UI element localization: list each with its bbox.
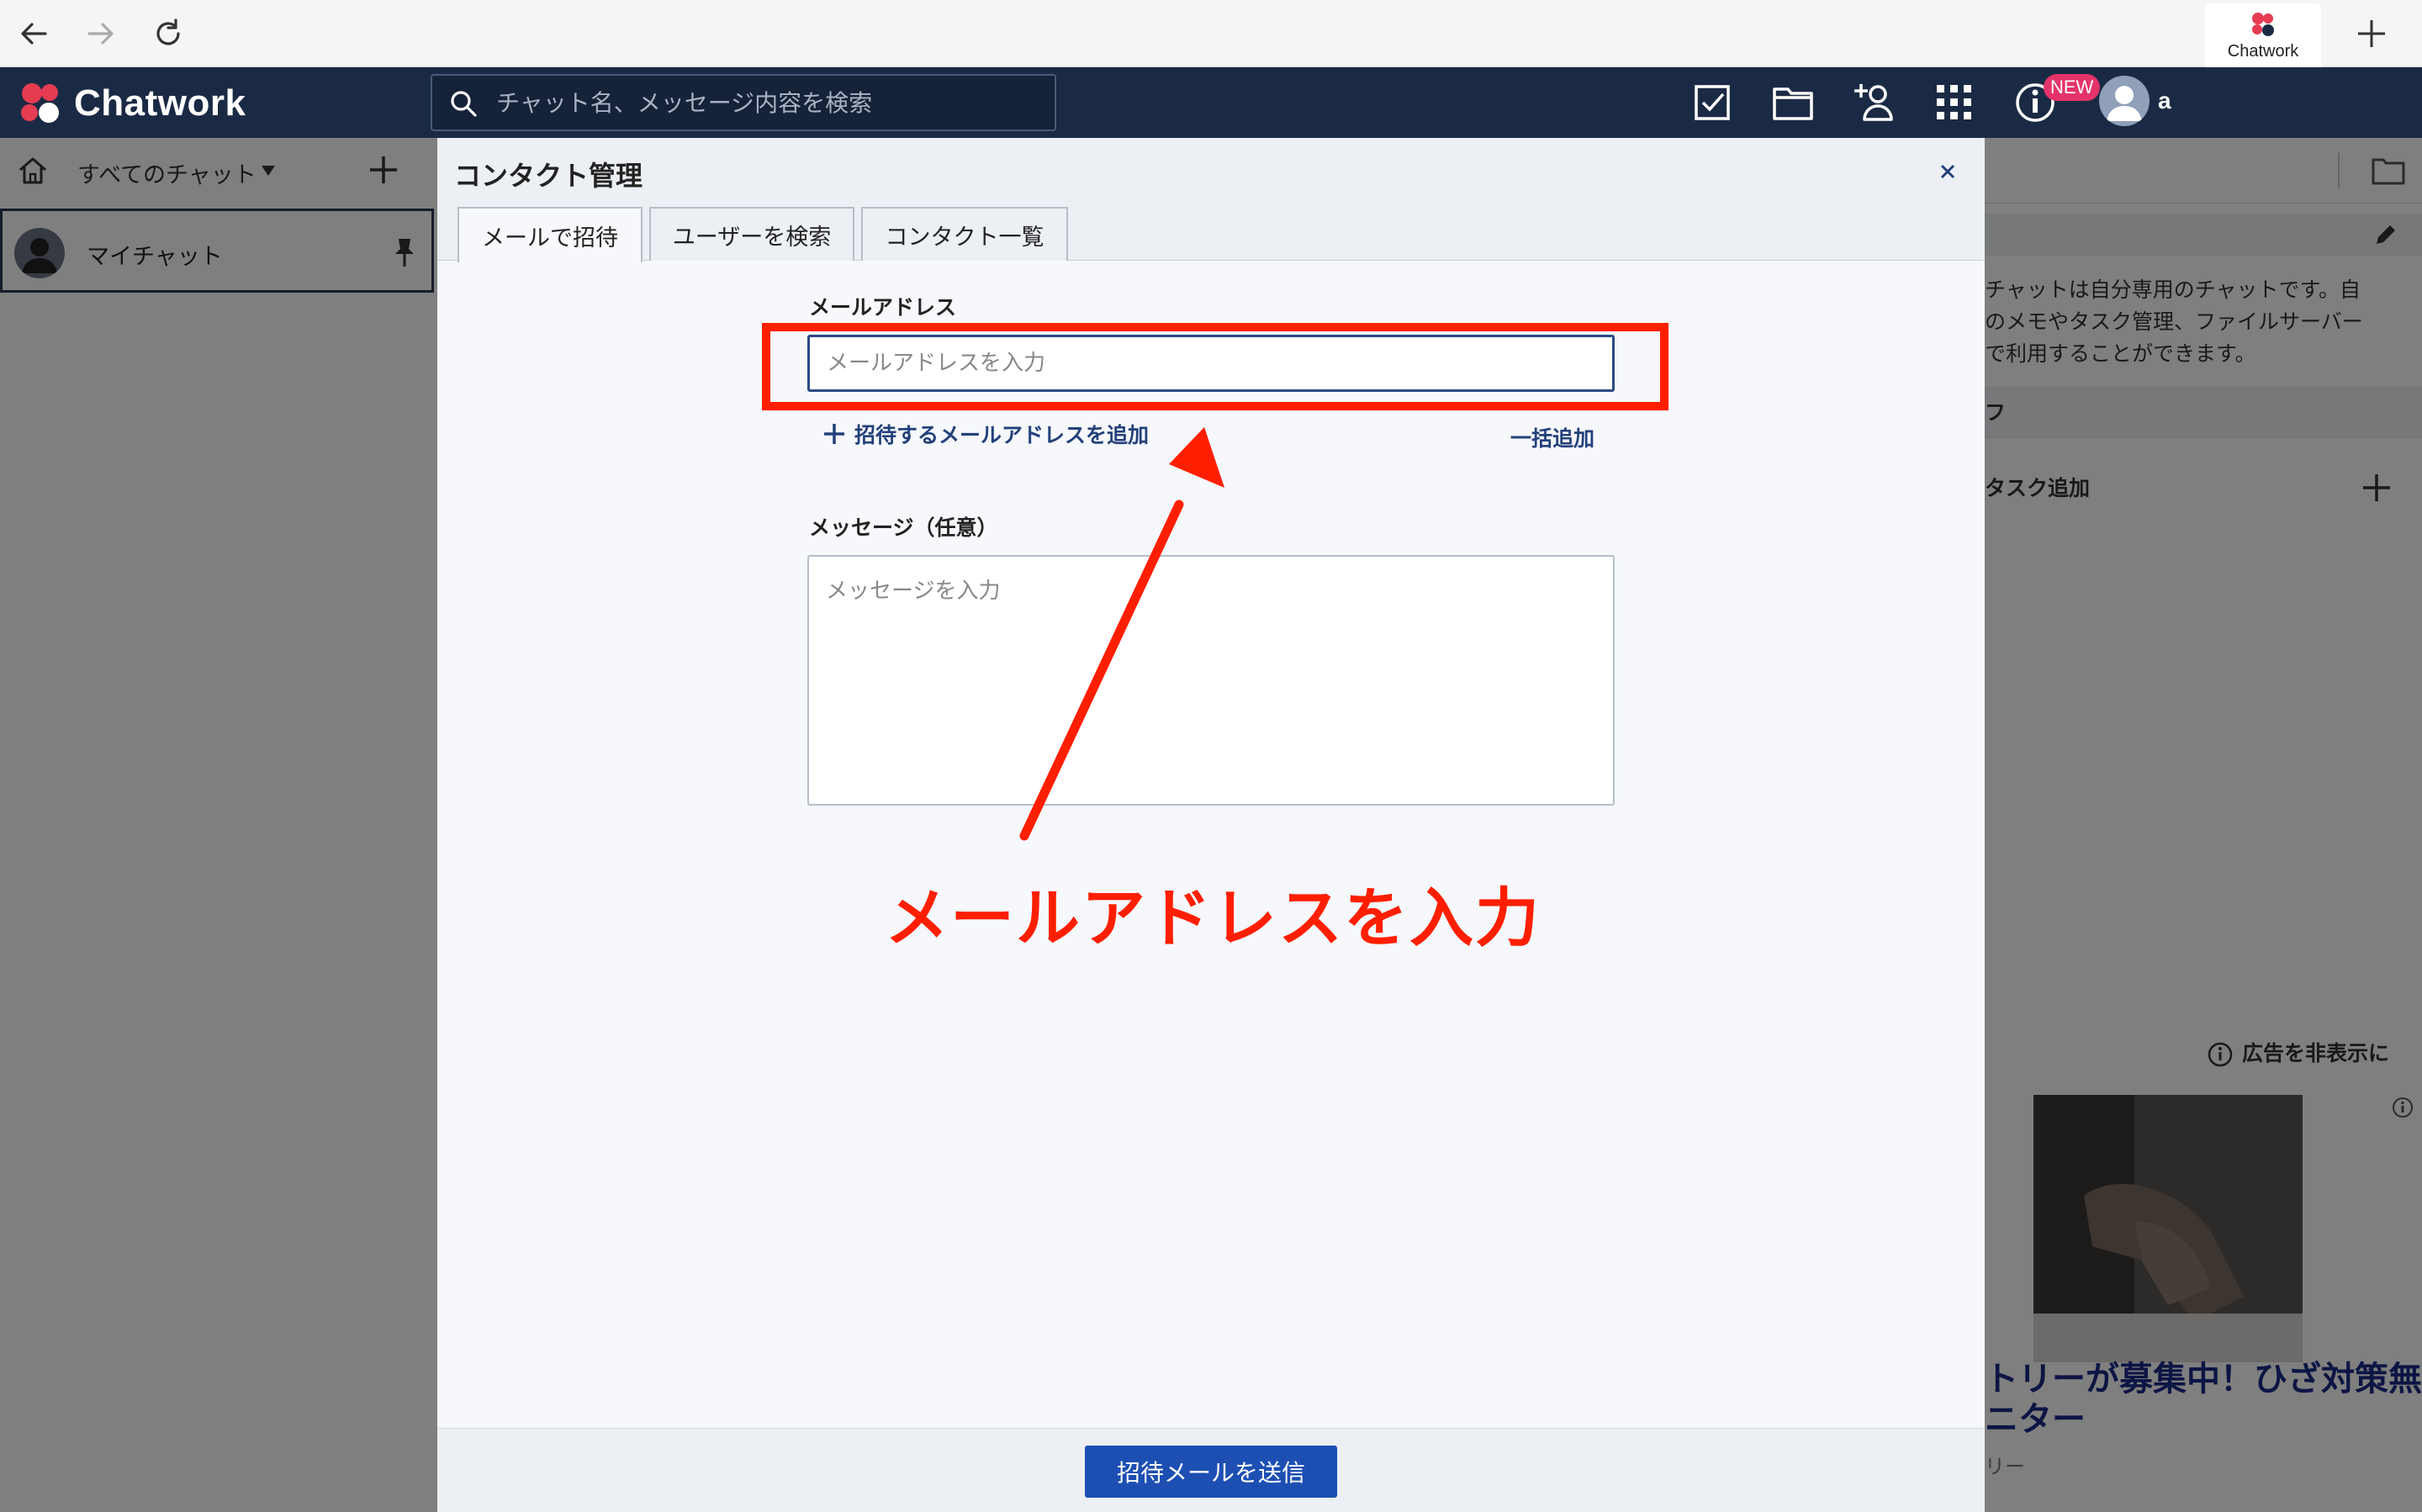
chatwork-logo[interactable]: Chatwork <box>15 79 246 128</box>
annotation-highlight-box <box>762 323 1668 410</box>
close-button[interactable] <box>1931 155 1965 188</box>
user-name: a <box>2158 87 2171 114</box>
close-icon <box>1940 164 1955 179</box>
tab-contact-list[interactable]: コンタクト一覧 <box>861 207 1068 261</box>
user-icon <box>2107 86 2142 121</box>
browser-tab-chatwork[interactable]: Chatwork <box>2205 3 2321 67</box>
files-button[interactable] <box>1769 81 1816 124</box>
plus-icon <box>824 424 844 444</box>
arrow-right-icon <box>87 23 114 45</box>
arrow-left-icon <box>21 23 47 45</box>
chatwork-logo-icon <box>2252 12 2274 36</box>
add-email-link[interactable]: 招待するメールアドレスを追加 <box>822 419 1149 449</box>
contacts-button[interactable] <box>1850 81 1897 124</box>
send-invite-button[interactable]: 招待メールを送信 <box>1085 1446 1337 1498</box>
reload-icon <box>156 19 180 45</box>
chat-search[interactable] <box>431 74 1056 131</box>
email-label: メールアドレス <box>809 295 957 320</box>
plus-icon <box>2358 20 2385 47</box>
new-tab-button[interactable] <box>2351 13 2392 54</box>
forward-button[interactable] <box>81 13 121 54</box>
tab-email-invite[interactable]: メールで招待 <box>457 207 643 262</box>
task-checkbox-icon <box>1695 85 1730 120</box>
dialog-header: コンタクト管理 メールで招待 ユーザーを検索 コンタクト一覧 <box>437 138 1985 262</box>
search-input[interactable] <box>496 76 1043 130</box>
user-avatar[interactable] <box>2099 76 2150 126</box>
message-field[interactable] <box>807 555 1615 806</box>
bulk-add-link[interactable]: 一括追加 <box>1510 422 1594 452</box>
dialog-title: コンタクト管理 <box>454 160 643 192</box>
chatwork-logo-icon <box>21 83 59 123</box>
back-button[interactable] <box>13 13 54 54</box>
tab-user-search[interactable]: ユーザーを検索 <box>649 207 854 261</box>
apps-button[interactable] <box>1931 81 1978 124</box>
search-icon <box>451 91 477 117</box>
new-badge: NEW <box>2044 74 2101 101</box>
annotation-text: メールアドレスを入力 <box>885 880 1541 955</box>
message-label: メッセージ（任意） <box>809 515 998 540</box>
browser-toolbar: Chatwork <box>0 0 2422 67</box>
folder-icon <box>1773 87 1813 120</box>
add-email-link-label: 招待するメールアドレスを追加 <box>854 423 1150 447</box>
dialog-footer: 招待メールを送信 <box>437 1428 1985 1512</box>
logo-text: Chatwork <box>74 82 246 124</box>
task-button[interactable] <box>1689 81 1736 124</box>
app-grid-icon <box>1937 85 1971 119</box>
reload-button[interactable] <box>148 13 188 54</box>
add-contact-icon <box>1854 84 1893 121</box>
browser-tab-label: Chatwork <box>2227 41 2299 61</box>
